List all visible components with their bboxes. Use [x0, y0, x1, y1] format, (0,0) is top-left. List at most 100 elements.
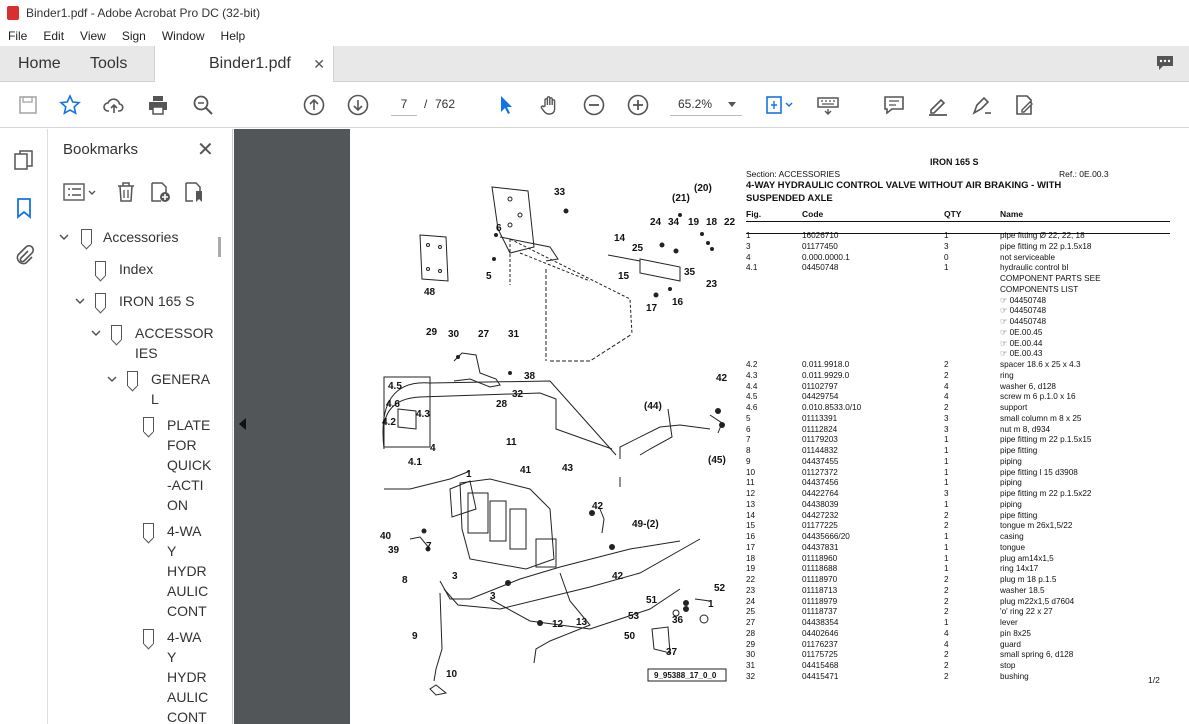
parts-cell-name: piping	[1000, 499, 1022, 509]
parts-cell-code: 01176237	[802, 639, 838, 649]
parts-cell-name: ☞ 04450748	[1000, 306, 1047, 316]
previous-page-icon[interactable]	[302, 93, 326, 117]
tab-tools[interactable]: Tools	[90, 46, 127, 82]
bookmark-item[interactable]: Index	[95, 259, 215, 279]
callout-label: 51	[646, 595, 658, 606]
collapse-panel-arrow-icon[interactable]	[239, 418, 246, 430]
callout-label: 4.6	[386, 399, 400, 410]
callout-label: 4.1	[408, 457, 422, 468]
hand-tool-icon[interactable]	[538, 93, 562, 117]
parts-cell-code: 04415471	[802, 671, 839, 681]
parts-cell-code: 16026710	[802, 231, 839, 240]
menu-window[interactable]: Window	[154, 26, 213, 46]
bookmark-panel-icon[interactable]	[13, 197, 35, 219]
parts-cell-fig: 27	[746, 618, 756, 627]
menu-edit[interactable]: Edit	[35, 26, 72, 46]
parts-cell-fig: 4.2	[746, 360, 758, 369]
menu-sign[interactable]: Sign	[114, 26, 154, 46]
parts-cell-code: 0.010.8533.0/10	[802, 403, 862, 412]
parts-cell-name: screw m 6 p.1.0 x 16	[1000, 392, 1076, 402]
parts-cell-name: plug m 18 p.1.5	[1000, 575, 1057, 584]
tab-home[interactable]: Home	[18, 46, 61, 82]
pages-thumbnails-icon[interactable]	[13, 149, 35, 171]
chevron-down-icon[interactable]	[91, 328, 101, 338]
zoom-level-select[interactable]: 65.2%	[670, 92, 742, 116]
parts-cell-qty: 2	[944, 370, 949, 380]
chevron-down-icon[interactable]	[59, 232, 69, 242]
parts-cell-fig: 10	[746, 467, 756, 477]
comment-bubble-icon[interactable]	[1155, 54, 1175, 72]
bookmark-item[interactable]: GENERA L	[107, 369, 217, 409]
new-bookmark-icon[interactable]	[149, 181, 171, 203]
parts-cell-qty: 2	[944, 360, 949, 369]
left-rail	[0, 129, 48, 724]
parts-cell-code: 04437456	[802, 478, 839, 488]
callout-label: 39	[388, 545, 400, 556]
parts-cell-qty: 3	[944, 413, 949, 423]
close-panel-icon[interactable]: ✕	[197, 137, 214, 162]
attachment-paperclip-icon[interactable]	[13, 245, 35, 267]
options-menu-icon[interactable]	[63, 181, 99, 203]
fit-page-icon[interactable]	[762, 93, 796, 117]
bookmark-item[interactable]: 4-WA Y HYDR AULIC CONT	[143, 627, 217, 724]
zoom-search-icon[interactable]	[191, 93, 215, 117]
parts-cell-qty: 1	[944, 542, 949, 552]
page-of-label: 1/2	[1148, 675, 1160, 685]
parts-cell-qty: 4	[944, 381, 949, 391]
parts-cell-name: pipe fitting m 22 p.1.5x18	[1000, 241, 1092, 251]
parts-cell-fig: 29	[746, 639, 756, 649]
callout-label: 35	[684, 267, 696, 278]
bookmark-item[interactable]: PLATE FOR QUICK -ACTI ON	[143, 415, 217, 515]
parts-cell-qty: 4	[944, 628, 949, 638]
close-tab-icon[interactable]: ✕	[313, 46, 325, 82]
delete-trash-icon[interactable]	[115, 181, 137, 203]
page-number-input[interactable]	[391, 92, 417, 116]
keyboard-icon[interactable]	[816, 93, 840, 117]
select-cursor-icon[interactable]	[494, 93, 518, 117]
parts-cell-qty: 1	[944, 478, 949, 488]
bookmark-item[interactable]: ACCESSOR IES	[91, 323, 217, 363]
bookmark-item[interactable]: Accessories	[59, 227, 217, 247]
parts-cell-qty: 2	[944, 596, 949, 606]
window-title: Binder1.pdf - Adobe Acrobat Pro DC (32-b…	[26, 6, 261, 20]
comment-icon[interactable]	[882, 93, 906, 117]
parts-cell-name: COMPONENTS LIST	[1000, 284, 1079, 294]
chevron-down-icon[interactable]	[107, 374, 117, 384]
zoom-in-icon[interactable]	[626, 93, 650, 117]
parts-cell-name: ☞ 0E.00.44	[1000, 338, 1043, 348]
chevron-down-icon[interactable]	[75, 296, 85, 306]
tab-document[interactable]: Binder1.pdf ✕	[154, 46, 334, 82]
next-page-icon[interactable]	[346, 93, 370, 117]
parts-cell-qty: 1	[944, 618, 949, 627]
pdf-page: IRON 165 S Section: ACCESSORIES Ref.: 0E…	[350, 129, 1189, 724]
bookmark-label: Accessories	[103, 229, 179, 245]
parts-cell-name: ☞ 04450748	[1000, 295, 1047, 305]
zoom-out-icon[interactable]	[582, 93, 606, 117]
menu-file[interactable]: File	[0, 26, 35, 46]
callout-label: 29	[426, 327, 438, 338]
parts-cell-code: 01118737	[802, 607, 838, 617]
bookmark-label: 4-WA Y HYDR AULIC CONT	[167, 523, 209, 619]
parts-cell-name: COMPONENT PARTS SEE	[1000, 274, 1101, 283]
edit-document-icon[interactable]	[1012, 93, 1036, 117]
bookmark-item[interactable]: 4-WA Y HYDR AULIC CONT	[143, 521, 217, 621]
bookmark-item[interactable]: IRON 165 S	[75, 291, 215, 311]
callout-label: 40	[380, 531, 392, 542]
parts-cell-code: 01113391	[802, 413, 838, 423]
highlight-pen-icon[interactable]	[926, 93, 950, 117]
sign-pen-icon[interactable]	[970, 93, 994, 117]
menu-view[interactable]: View	[72, 26, 114, 46]
menu-bar: File Edit View Sign Window Help	[0, 26, 1189, 46]
bookmarks-scrollbar[interactable]	[218, 237, 221, 257]
bookmark-search-icon[interactable]	[183, 181, 205, 203]
callout-label: 37	[666, 647, 678, 658]
save-icon[interactable]	[16, 93, 40, 117]
upload-cloud-icon[interactable]	[102, 93, 126, 117]
parts-cell-name: washer 6, d128	[1000, 381, 1056, 391]
parts-cell-fig: 5	[746, 413, 751, 423]
star-icon[interactable]	[58, 93, 82, 117]
menu-help[interactable]: Help	[213, 26, 254, 46]
print-icon[interactable]	[146, 93, 170, 117]
parts-cell-name: ring	[1000, 370, 1014, 380]
parts-cell-fig: 30	[746, 650, 756, 660]
